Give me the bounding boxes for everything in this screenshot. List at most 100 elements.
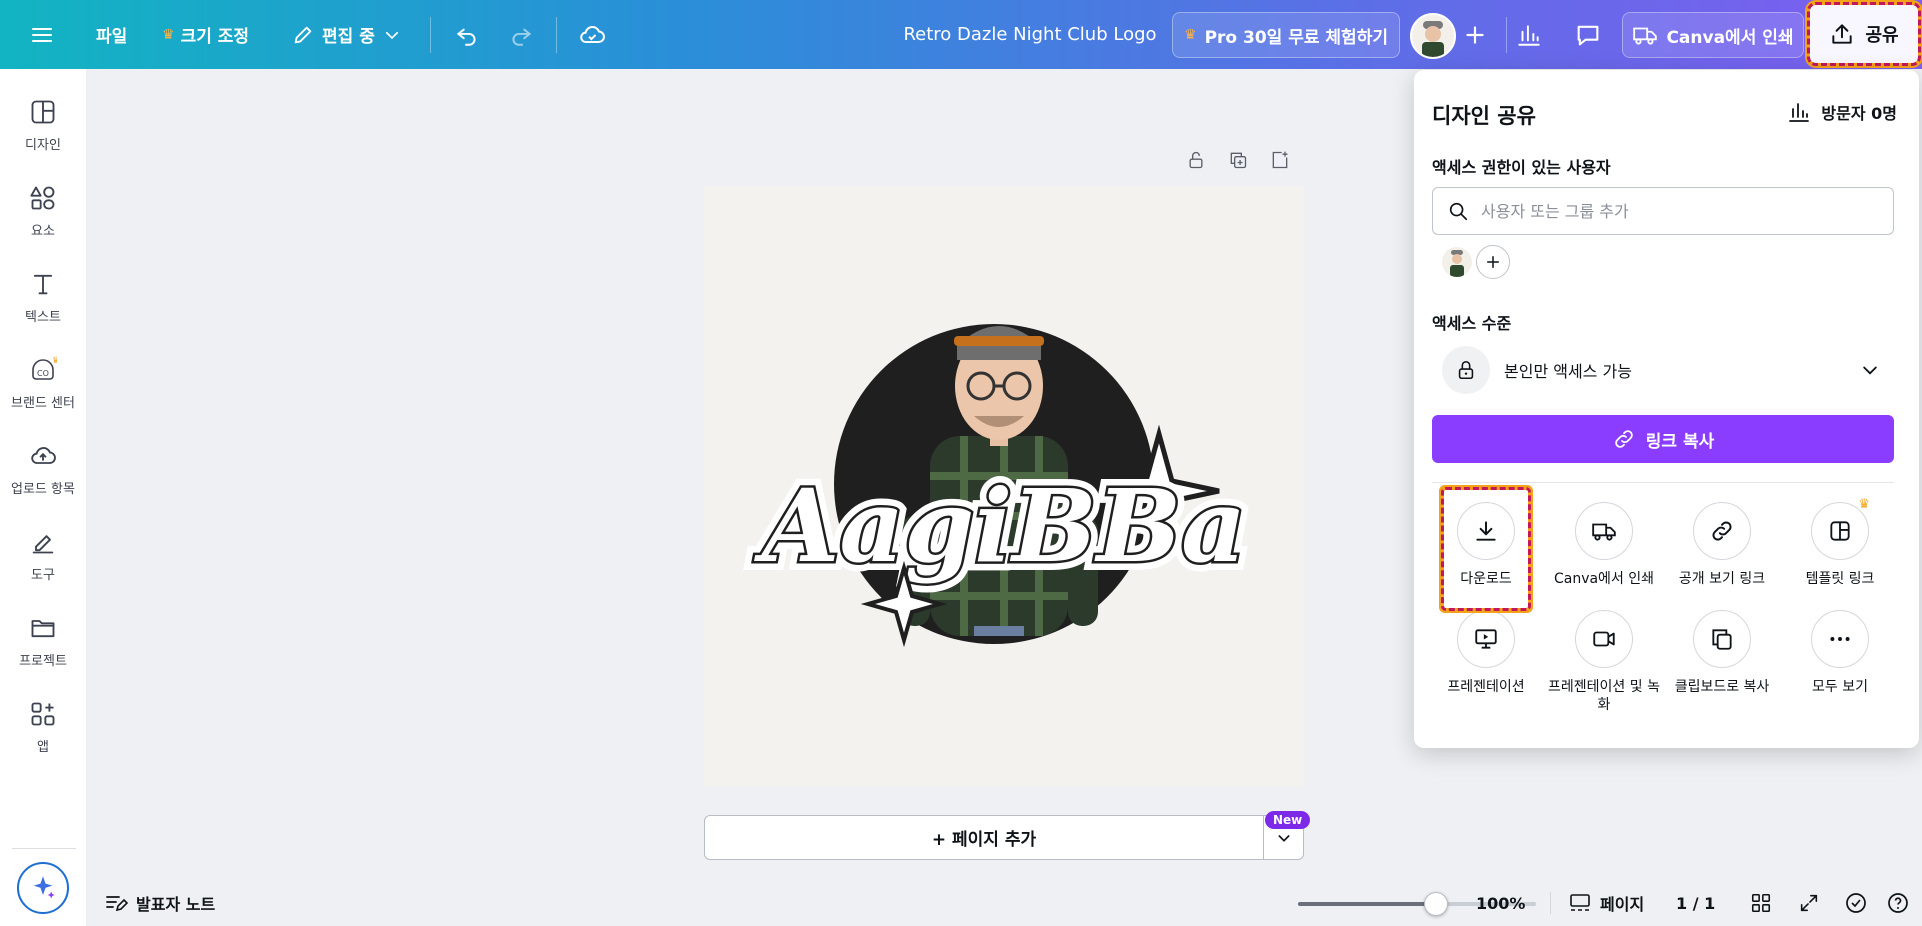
undo-button[interactable] — [454, 0, 480, 69]
copy-clipboard-option[interactable]: 클립보드로 복사 — [1662, 610, 1782, 696]
text-icon — [33, 274, 53, 294]
crown-icon: ♛ — [1184, 27, 1197, 43]
editing-mode-dropdown[interactable]: 편집 중 — [292, 0, 401, 69]
resize-label: 크기 조정 — [180, 27, 250, 47]
sidebar-item-projects[interactable]: 프로젝트 — [0, 601, 86, 681]
access-users-title: 액세스 권한이 있는 사용자 — [1432, 158, 1611, 177]
sidebar-item-apps[interactable]: 앱 — [0, 687, 86, 767]
fullscreen-button[interactable] — [1798, 880, 1820, 926]
check-button[interactable] — [1844, 880, 1868, 926]
svg-text:♛: ♛ — [52, 356, 57, 366]
bar-chart-icon — [1789, 103, 1810, 122]
lock-icon[interactable] — [1186, 150, 1206, 170]
copy-link-button[interactable]: 링크 복사 — [1432, 415, 1894, 463]
sidebar-item-tools[interactable]: 도구 — [0, 515, 86, 595]
zoom-slider-handle[interactable] — [1424, 892, 1449, 916]
draw-tool-icon — [32, 534, 54, 553]
grid-view-button[interactable] — [1750, 880, 1772, 926]
public-link-option-label: 공개 보기 링크 — [1678, 571, 1766, 587]
cloud-check-icon — [580, 25, 605, 43]
bottom-divider — [1550, 892, 1551, 914]
access-level-value: 본인만 액세스 가능 — [1504, 362, 1632, 381]
redo-button[interactable] — [508, 0, 534, 69]
sidebar-item-brand[interactable]: CO ♛ 브랜드 센터 — [0, 343, 86, 423]
public-link-option[interactable]: 공개 보기 링크 — [1662, 502, 1782, 588]
menu-button[interactable] — [30, 0, 54, 69]
print-label: Canva에서 인쇄 — [1666, 27, 1794, 48]
members-row — [1442, 245, 1510, 279]
file-menu[interactable]: 파일 — [96, 0, 127, 69]
upload-cloud-icon — [31, 446, 56, 464]
save-status-button[interactable] — [578, 0, 606, 69]
pages-label: 페이지 — [1600, 895, 1645, 914]
truck-icon — [1592, 523, 1616, 541]
sidebar-item-label: 브랜드 센터 — [11, 395, 75, 411]
pro-trial-button[interactable]: ♛ Pro 30일 무료 체험하기 — [1172, 12, 1400, 58]
sidebar-item-elements[interactable]: 요소 — [0, 171, 86, 251]
folder-icon — [31, 619, 55, 637]
present-option-label: 프레젠테이션 — [1447, 679, 1525, 695]
copy-link-label: 링크 복사 — [1645, 431, 1715, 452]
sidebar-item-label: 도구 — [31, 567, 55, 583]
member-avatar[interactable] — [1442, 247, 1472, 277]
print-option-circle — [1575, 502, 1633, 560]
see-all-option-circle — [1811, 610, 1869, 668]
crown-icon: ♛ — [1858, 497, 1870, 512]
invite-button[interactable] — [1462, 0, 1488, 69]
svg-text:CO: CO — [37, 369, 49, 378]
present-record-option[interactable]: 프레젠테이션 및 녹화 — [1544, 610, 1664, 714]
sidebar-item-uploads[interactable]: 업로드 항목 — [0, 429, 86, 509]
design-page[interactable]: AagiBBa AagiBBa — [704, 186, 1304, 786]
link-icon — [1614, 430, 1633, 448]
zoom-value[interactable]: 100% — [1476, 880, 1525, 926]
comments-button[interactable] — [1574, 0, 1602, 69]
share-button[interactable]: 공유 — [1807, 2, 1921, 66]
search-icon — [1449, 202, 1468, 221]
left-sidebar: 디자인 요소 텍스트 CO ♛ 브랜드 센터 업로드 항목 도구 프로젝트 앱 — [0, 69, 86, 926]
print-option[interactable]: Canva에서 인쇄 — [1544, 502, 1664, 588]
document-title[interactable]: Retro Dazle Night Club Logo — [880, 0, 1180, 69]
avatar-image — [1422, 21, 1444, 57]
visitors-button[interactable]: 방문자 0명 — [1787, 100, 1897, 124]
add-page-icon[interactable] — [1270, 150, 1290, 170]
help-icon — [1888, 893, 1908, 913]
add-people-field[interactable] — [1432, 187, 1894, 235]
help-button[interactable] — [1886, 880, 1910, 926]
print-with-canva-button[interactable]: Canva에서 인쇄 — [1622, 12, 1804, 58]
user-avatar[interactable] — [1410, 13, 1456, 59]
pro-trial-label: Pro 30일 무료 체험하기 — [1204, 27, 1388, 48]
chevron-down-icon — [1278, 834, 1289, 842]
plus-icon — [1466, 25, 1484, 44]
add-member-button[interactable] — [1476, 245, 1510, 279]
bottom-toolbar: 발표자 노트 100% 페이지 1 / 1 — [86, 880, 1922, 926]
sidebar-item-design[interactable]: 디자인 — [0, 85, 86, 165]
more-icon — [1830, 637, 1850, 641]
sidebar-item-text[interactable]: 텍스트 — [0, 257, 86, 337]
presenter-notes-label: 발표자 노트 — [136, 895, 216, 914]
access-level-dropdown[interactable]: 본인만 액세스 가능 — [1432, 340, 1894, 400]
avatar-image — [1450, 250, 1464, 277]
present-option[interactable]: 프레젠테이션 — [1426, 610, 1546, 696]
template-icon — [1830, 521, 1850, 541]
expand-icon — [1800, 894, 1818, 912]
resize-button[interactable]: ♛ 크기 조정 — [162, 0, 249, 69]
new-badge: New — [1265, 811, 1311, 829]
duplicate-page-icon[interactable] — [1228, 150, 1248, 170]
copy-icon — [1712, 629, 1732, 650]
chevron-down-icon — [385, 31, 398, 39]
pages-button[interactable]: 페이지 — [1568, 880, 1644, 926]
presenter-notes-button[interactable]: 발표자 노트 — [104, 880, 215, 926]
upload-share-icon — [1832, 24, 1853, 44]
see-all-option[interactable]: 모두 보기 — [1780, 610, 1900, 696]
template-link-option[interactable]: ♛ 템플릿 링크 — [1780, 497, 1900, 588]
pencil-icon — [294, 26, 312, 43]
add-people-input[interactable] — [1481, 201, 1881, 221]
add-page-button[interactable]: + 페이지 추가 — [705, 825, 1263, 850]
insights-button[interactable] — [1516, 0, 1542, 69]
editing-label: 편집 중 — [322, 27, 375, 47]
magic-assistant-button[interactable] — [17, 862, 69, 914]
notes-icon — [106, 896, 128, 912]
check-circle-icon — [1846, 893, 1866, 913]
see-all-option-label: 모두 보기 — [1812, 679, 1868, 695]
shapes-icon — [30, 186, 55, 209]
